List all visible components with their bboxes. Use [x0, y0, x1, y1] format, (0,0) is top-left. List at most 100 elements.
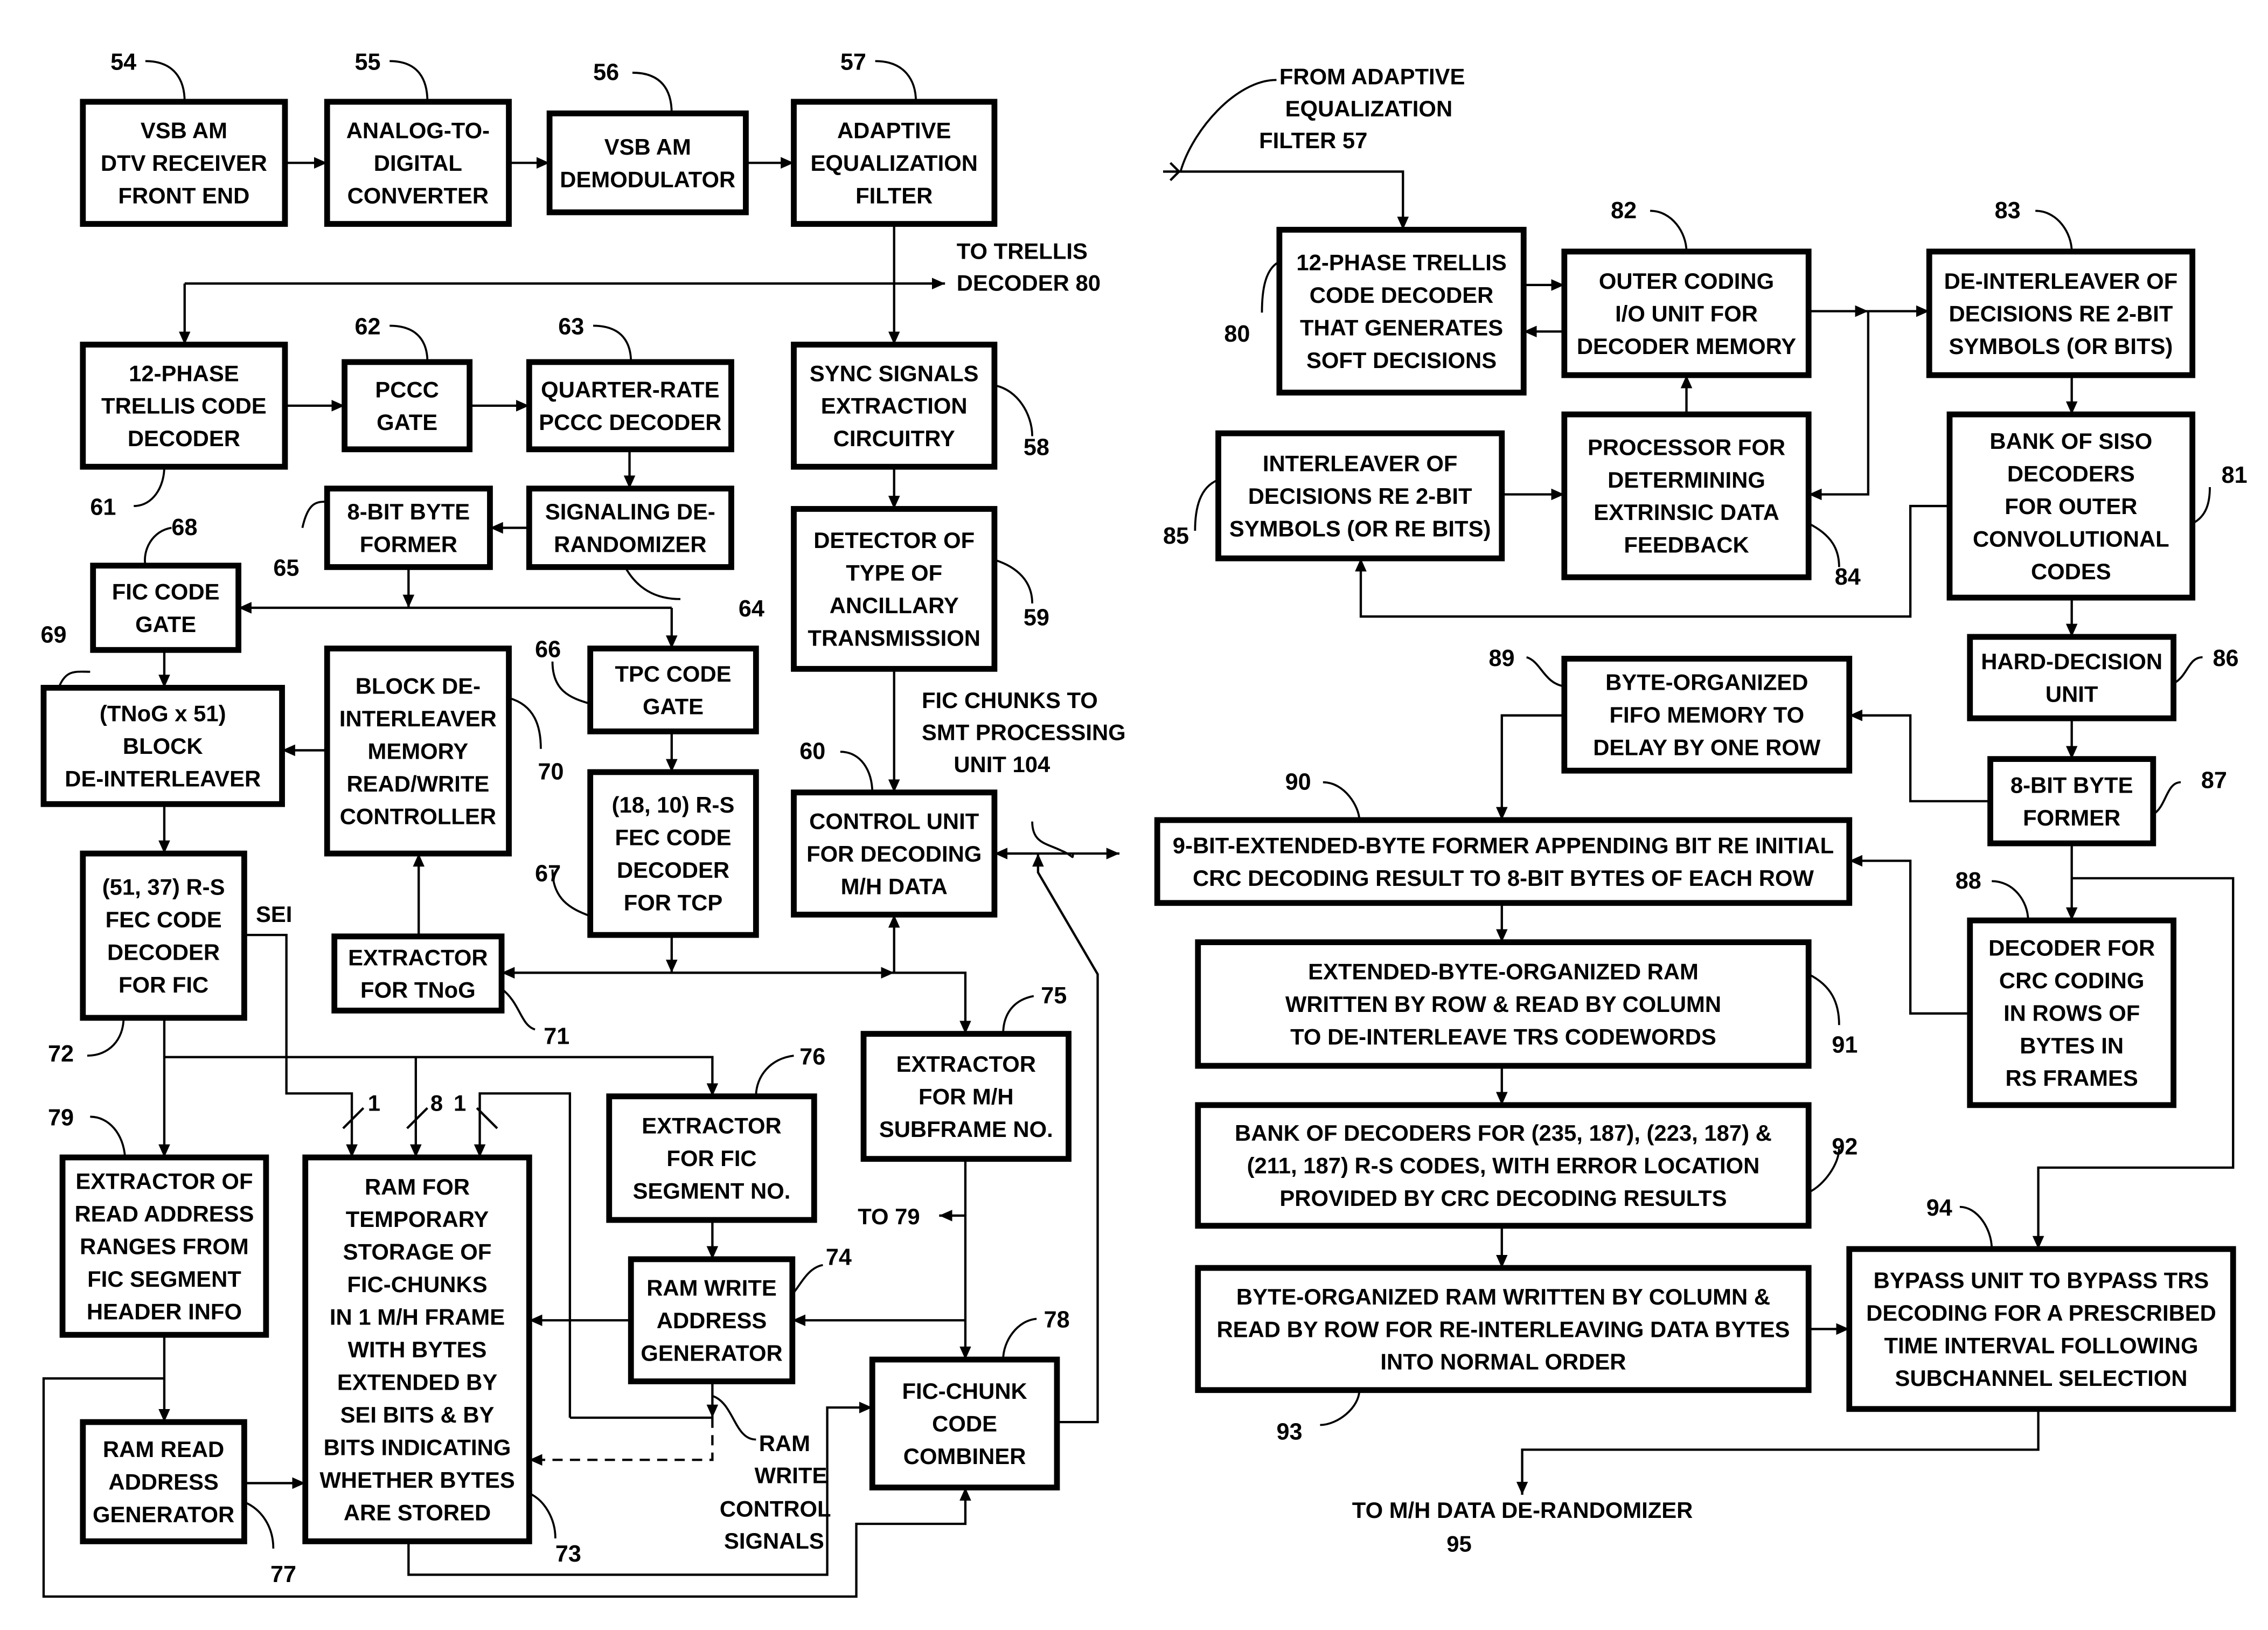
block-text-line: SIGNALING DE- [545, 499, 715, 524]
block-text-line: CONVOLUTIONAL [1973, 526, 2169, 551]
block-67: (18, 10) R-S FEC CODE DECODER FOR TCP 67 [535, 769, 759, 938]
block-text-line: PROVIDED BY CRC DECODING RESULTS [1279, 1185, 1727, 1211]
block-64: SIGNALING DE- RANDOMIZER 64 [526, 485, 764, 622]
label-from-adaptive-line-1: FROM ADAPTIVE [1279, 64, 1465, 89]
block-text-line: EXTRINSIC DATA [1594, 500, 1779, 525]
block-text-line: WITH BYTES [348, 1337, 487, 1362]
block-text-line: TRELLIS CODE [101, 393, 267, 419]
block-text-line: HARD-DECISION [1981, 649, 2162, 674]
block-text-line: SYMBOLS (OR BITS) [1949, 334, 2173, 359]
block-text-line: EXTRACTOR [348, 945, 488, 970]
block-text-line: DEMODULATOR [560, 167, 735, 192]
block-text-line: FEC CODE [106, 907, 222, 932]
block-text-line: SEGMENT NO. [633, 1178, 791, 1204]
label-to-trellis-line-2: DECODER 80 [957, 270, 1101, 296]
block-text-line: BYTE-ORGANIZED [1605, 670, 1808, 695]
block-text-line: FIFO MEMORY TO [1609, 702, 1804, 727]
block-text-line: SYMBOLS (OR RE BITS) [1229, 516, 1491, 541]
reference-numeral: 65 [273, 556, 299, 581]
reference-numeral: 92 [1832, 1134, 1857, 1160]
reference-numeral: 62 [354, 314, 380, 340]
reference-numeral: 66 [535, 637, 561, 663]
block-text-line: BLOCK [123, 733, 203, 759]
reference-numeral: 61 [90, 494, 116, 520]
block-94: BYPASS UNIT TO BYPASS TRS DECODING FOR A … [1846, 1195, 2236, 1412]
block-text-line: GENERATOR [93, 1502, 234, 1527]
reference-numeral: 87 [2201, 768, 2227, 794]
reference-numeral: 55 [354, 50, 380, 75]
block-text-line: DE-INTERLEAVER OF [1944, 268, 2178, 294]
reference-numeral: 78 [1044, 1307, 1070, 1333]
block-88: DECODER FOR CRC CODING IN ROWS OF BYTES IN R… [1956, 868, 2176, 1108]
label-bus-width-8: 8 [430, 1091, 443, 1116]
reference-numeral: 85 [1163, 523, 1189, 549]
block-frame [546, 110, 749, 216]
block-text-line: CIRCUITRY [833, 426, 955, 451]
block-54: VSB AM DTV RECEIVER FRONT END 54 [80, 50, 288, 227]
block-text-line: WRITTEN BY ROW & READ BY COLUMN [1285, 991, 1721, 1017]
reference-numeral: 74 [826, 1245, 852, 1271]
label-from-adaptive-line-3: FILTER 57 [1259, 128, 1367, 153]
block-text-line: THAT GENERATES [1300, 315, 1503, 341]
block-74: RAM WRITE ADDRESS GENERATOR 74 [628, 1245, 852, 1384]
block-text-line: MEMORY [368, 739, 469, 764]
block-text-line: SUBCHANNEL SELECTION [1895, 1365, 2188, 1391]
block-71: EXTRACTOR FOR TNoG 71 [331, 933, 569, 1050]
reference-numeral: 54 [110, 50, 136, 75]
reference-numeral: 70 [538, 759, 564, 785]
block-text-line: TPC CODE [615, 661, 731, 686]
reference-numeral: 57 [840, 50, 866, 75]
block-text-line: DECODER [107, 940, 220, 965]
label-to-79: TO 79 [858, 1204, 920, 1229]
block-text-line: BYTES IN [2020, 1033, 2124, 1058]
block-77: RAM READ ADDRESS GENERATOR 77 [80, 1419, 296, 1587]
block-text-line: DIGITAL [374, 150, 462, 176]
block-58: SYNC SIGNALS EXTRACTION CIRCUITRY 58 [791, 342, 1049, 470]
blocks: VSB AM DTV RECEIVER FRONT END 54 ANALOG-TO- D… [41, 50, 2248, 1587]
reference-numeral: 79 [48, 1105, 74, 1131]
block-text-line: TRANSMISSION [808, 625, 980, 650]
block-91: EXTENDED-BYTE-ORGANIZED RAM WRITTEN BY RO… [1195, 939, 1857, 1069]
block-text-line: DECISIONS RE 2-BIT [1248, 483, 1472, 509]
block-text-line: COMBINER [903, 1444, 1026, 1469]
block-text-line: OUTER CODING [1599, 268, 1774, 294]
block-text-line: SEI BITS & BY [340, 1402, 495, 1427]
block-text-line: DECODER MEMORY [1577, 334, 1796, 359]
block-text-line: QUARTER-RATE [541, 377, 719, 402]
label-to-derandomizer-line-1: TO M/H DATA DE-RANDOMIZER [1352, 1497, 1693, 1523]
block-text-line: RS FRAMES [2006, 1065, 2138, 1091]
reference-numeral: 63 [558, 314, 584, 340]
block-frame [1987, 756, 2156, 847]
label-bus-width-1b: 1 [454, 1091, 466, 1116]
block-text-line: BYTE-ORGANIZED RAM WRITTEN BY COLUMN & [1236, 1284, 1770, 1309]
block-text-line: (TNoG x 51) [100, 701, 226, 726]
block-text-line: FEEDBACK [1624, 532, 1749, 558]
block-text-line: I/O UNIT FOR [1615, 301, 1758, 326]
block-frame [526, 359, 734, 453]
block-text-line: EXTRACTOR [642, 1113, 781, 1139]
block-text-line: READ ADDRESS [74, 1201, 254, 1226]
block-text-line: M/H DATA [841, 873, 948, 899]
block-65: 8-BIT BYTE FORMER 65 [273, 485, 493, 581]
block-text-line: DECODER FOR [1988, 935, 2155, 960]
reference-numeral: 89 [1488, 646, 1514, 671]
block-82: OUTER CODING I/O UNIT FOR DECODER MEMORY 82 [1561, 198, 1812, 378]
block-text-line: DETERMINING [1608, 467, 1765, 493]
block-text-line: UNIT [2046, 682, 2098, 707]
block-text-line: WHETHER BYTES [319, 1467, 514, 1493]
block-text-line: DECODERS [2007, 461, 2135, 486]
block-text-line: ARE STORED [344, 1500, 491, 1525]
block-text-line: 8-BIT BYTE [2010, 772, 2133, 797]
label-from-adaptive-line-2: EQUALIZATION [1285, 96, 1452, 121]
block-text-line: DECODING FOR A PRESCRIBED [1866, 1300, 2216, 1326]
reference-numeral: 68 [171, 515, 197, 540]
block-72: (51, 37) R-S FEC CODE DECODER FOR FIC 72 [48, 850, 247, 1067]
block-text-line: IN 1 M/H FRAME [330, 1305, 505, 1330]
block-text-line: DTV RECEIVER [101, 150, 267, 176]
block-text-line: EXTRACTOR OF [75, 1169, 253, 1194]
block-text-line: INTERLEAVER OF [1263, 451, 1458, 476]
reference-numeral: 75 [1041, 983, 1067, 1009]
block-text-line: GATE [643, 693, 704, 719]
block-text-line: HEADER INFO [87, 1299, 242, 1324]
label-fic-chunks-line-1: FIC CHUNKS TO [922, 688, 1098, 713]
